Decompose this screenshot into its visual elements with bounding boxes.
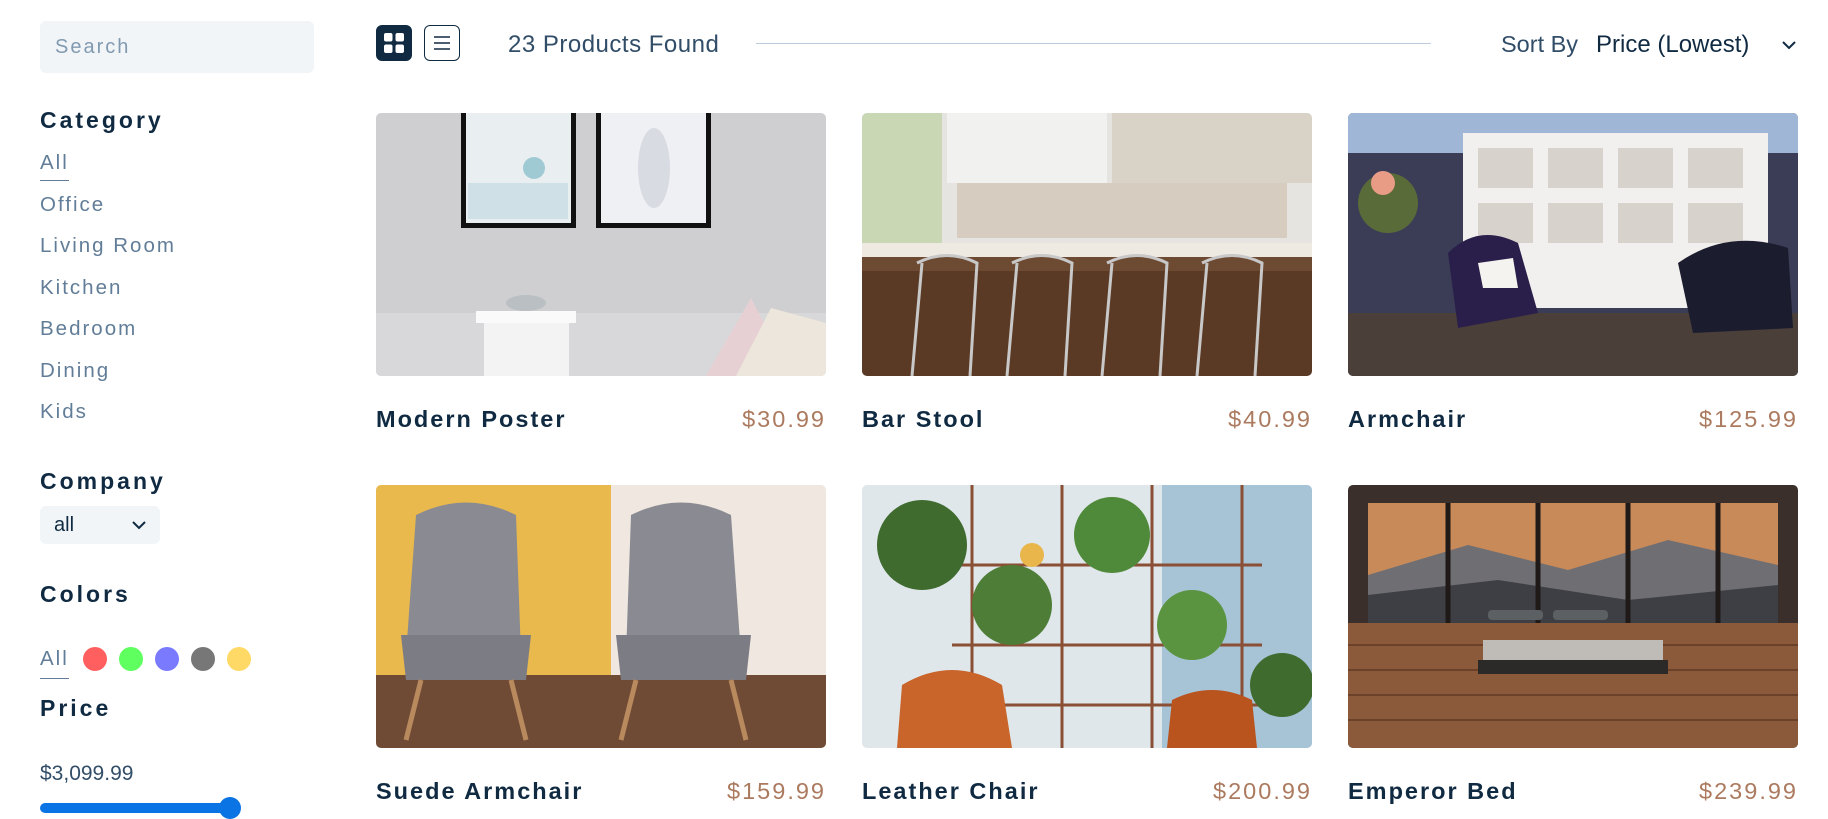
sort-selected-value: Price (Lowest)	[1596, 31, 1750, 58]
product-image-armchair[interactable]	[1348, 113, 1798, 376]
product-image-emperor-bed[interactable]	[1348, 485, 1798, 748]
category-label: Dining	[40, 358, 111, 382]
product-image-leather-chair[interactable]	[862, 485, 1312, 748]
product-image-suede-armchair[interactable]	[376, 485, 826, 748]
search-input[interactable]	[40, 21, 314, 73]
category-title: Category	[40, 107, 164, 133]
category-label: Living Room	[40, 234, 176, 257]
price-title: Price	[40, 695, 112, 721]
products-toolbar: 23 Products Found Sort By Price (Lowest)	[376, 25, 1796, 65]
sort-label: Sort By	[1501, 31, 1579, 57]
list-view-button[interactable]	[424, 25, 460, 61]
company-select[interactable]: all	[40, 506, 160, 544]
product-card: Emperor Bed $239.99	[1348, 485, 1798, 804]
toolbar-divider	[756, 43, 1431, 44]
category-item-living-room[interactable]: Living Room	[40, 233, 176, 275]
product-photo	[862, 485, 1312, 748]
color-swatch-blue[interactable]	[154, 647, 179, 671]
product-photo	[376, 485, 826, 748]
product-price: $239.99	[1699, 778, 1798, 804]
category-label: Kids	[40, 400, 88, 423]
product-price: $125.99	[1699, 406, 1798, 432]
color-swatch-gray[interactable]	[190, 647, 215, 671]
product-price: $30.99	[742, 406, 826, 432]
category-label: Bedroom	[40, 317, 138, 340]
product-card: Armchair $125.99	[1348, 113, 1798, 432]
chevron-down-icon	[132, 520, 146, 529]
product-name: Emperor Bed	[1348, 778, 1518, 804]
category-list: All Office Living Room Kitchen Bedroom D…	[40, 150, 176, 441]
product-photo	[376, 113, 826, 376]
product-price: $40.99	[1228, 406, 1312, 432]
products-found-count: 23 Products Found	[508, 31, 720, 58]
category-label: All	[40, 151, 69, 181]
product-photo	[1348, 113, 1798, 376]
price-slider-track	[40, 803, 236, 813]
category-label: Office	[40, 192, 106, 216]
category-label: Kitchen	[40, 275, 123, 299]
product-name: Modern Poster	[376, 406, 567, 432]
product-card: Modern Poster $30.99	[376, 113, 826, 432]
product-image-modern-poster[interactable]	[376, 113, 826, 376]
price-slider-thumb[interactable]	[219, 797, 241, 819]
color-swatch-green[interactable]	[118, 647, 143, 671]
company-selected-value: all	[54, 513, 75, 536]
product-price: $200.99	[1213, 778, 1312, 804]
color-swatch-red[interactable]	[82, 647, 107, 671]
colors-row: All	[40, 647, 263, 679]
product-card: Suede Armchair $159.99	[376, 485, 826, 804]
grid-view-button[interactable]	[376, 25, 412, 61]
product-photo	[862, 113, 1312, 376]
category-item-office[interactable]: Office	[40, 192, 176, 234]
grid-icon	[384, 33, 404, 53]
sort-select[interactable]: Price (Lowest)	[1596, 29, 1796, 61]
color-all-button[interactable]: All	[40, 647, 69, 679]
product-name: Suede Armchair	[376, 778, 584, 804]
product-photo	[1348, 485, 1798, 748]
price-value: $3,099.99	[40, 762, 134, 785]
company-title: Company	[40, 468, 166, 494]
category-item-bedroom[interactable]: Bedroom	[40, 316, 176, 358]
color-swatch-yellow[interactable]	[226, 647, 251, 671]
category-item-kitchen[interactable]: Kitchen	[40, 275, 176, 317]
product-name: Leather Chair	[862, 778, 1040, 804]
colors-title: Colors	[40, 581, 131, 607]
list-icon	[434, 36, 450, 50]
product-card: Leather Chair $200.99	[862, 485, 1312, 804]
category-item-all[interactable]: All	[40, 150, 176, 192]
product-image-bar-stool[interactable]	[862, 113, 1312, 376]
price-slider[interactable]	[40, 797, 241, 819]
product-name: Armchair	[1348, 406, 1468, 432]
product-price: $159.99	[727, 778, 826, 804]
product-card: Bar Stool $40.99	[862, 113, 1312, 432]
filters-sidebar: Category All Office Living Room Kitchen …	[40, 21, 314, 819]
category-item-dining[interactable]: Dining	[40, 358, 176, 400]
product-name: Bar Stool	[862, 406, 985, 432]
chevron-down-icon	[1782, 40, 1796, 49]
category-item-kids[interactable]: Kids	[40, 399, 176, 441]
